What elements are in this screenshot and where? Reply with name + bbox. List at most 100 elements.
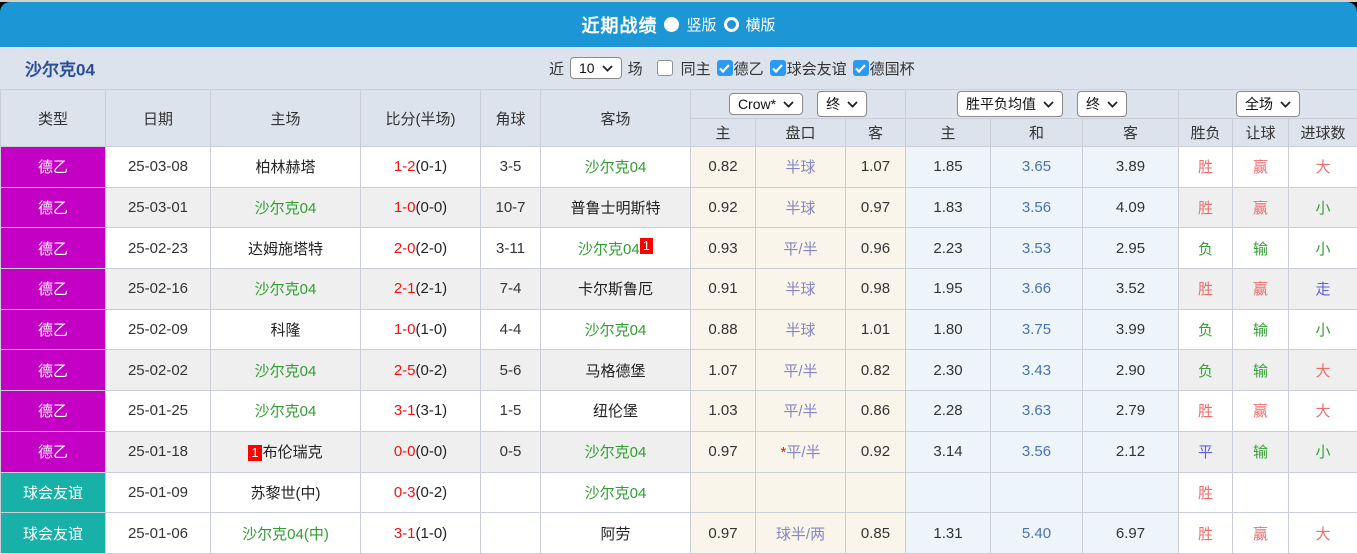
filter-bar: 沙尔克04 近 10 场 同主 德乙 球会友谊 德国杯 xyxy=(0,47,1357,89)
cell-handicap-home-odds: 1.07 xyxy=(690,349,756,392)
away-team-name[interactable]: 阿劳 xyxy=(600,526,630,543)
table-row: 德乙 25-01-18 1 布伦瑞克 0-0(0-0) 0-5 沙尔克04 0.97 *平/半 0… xyxy=(0,430,1357,473)
bookmaker-value: Crow* xyxy=(737,96,777,112)
home-team-name[interactable]: 苏黎世(中) xyxy=(251,485,321,502)
filter-checkbox-label-2[interactable]: 球会友谊 xyxy=(787,58,847,79)
table-row: 德乙 25-01-25 沙尔克04 3-1(3-1) 1-5 纽伦堡 1.03 平/半 0.86… xyxy=(0,390,1357,432)
cell-corners: 1-5 xyxy=(480,390,541,432)
bookmaker-select[interactable]: Crow* xyxy=(728,93,804,115)
home-team-name[interactable]: 沙尔克04 xyxy=(255,403,317,420)
full-time-score: 0-0 xyxy=(393,443,416,461)
cell-score: 1-0(0-0) xyxy=(360,186,481,229)
chevron-down-icon xyxy=(847,100,858,108)
cell-odds-draw: 3.56 xyxy=(990,430,1083,473)
cell-home-team: 沙尔克04(中) xyxy=(210,512,361,554)
cell-handicap-line xyxy=(755,471,846,514)
cell-date: 25-02-02 xyxy=(105,349,211,392)
recent-count-select[interactable]: 10 xyxy=(570,57,622,79)
cell-odds-away: 2.79 xyxy=(1082,390,1179,432)
vertical-layout-label[interactable]: 竖版 xyxy=(686,14,716,35)
filter-checkbox-label-0[interactable]: 同主 xyxy=(681,58,711,79)
away-team-name[interactable]: 普鲁士明斯特 xyxy=(570,200,660,217)
home-team-name[interactable]: 沙尔克04(中) xyxy=(242,526,329,543)
horizontal-layout-label[interactable]: 横版 xyxy=(746,14,776,35)
away-team-name[interactable]: 沙尔克04 xyxy=(578,241,640,258)
away-team-name[interactable]: 沙尔克04 xyxy=(585,485,647,502)
cell-score: 2-1(2-1) xyxy=(360,268,481,310)
odds-draw-value: 5.40 xyxy=(1021,524,1052,542)
home-team-name[interactable]: 沙尔克04 xyxy=(255,281,317,298)
vertical-layout-radio[interactable] xyxy=(664,17,680,32)
full-time-score: 0-3 xyxy=(393,483,416,501)
odds-time-select[interactable]: 终 xyxy=(1077,91,1127,117)
cell-home-team: 沙尔克04 xyxy=(210,186,361,229)
cell-date: 25-01-06 xyxy=(105,512,211,554)
filter-checkbox-label-1[interactable]: 德乙 xyxy=(734,58,764,79)
filter-checkbox-2[interactable] xyxy=(769,60,786,76)
cell-result: 胜 xyxy=(1178,390,1233,432)
cell-home-team: 沙尔克04 xyxy=(210,268,361,310)
away-rank-badge: 1 xyxy=(639,237,653,254)
home-team-name[interactable]: 柏林赫塔 xyxy=(255,159,315,176)
table-row: 德乙 25-03-01 沙尔克04 1-0(0-0) 10-7 普鲁士明斯特 0.92 半球 0… xyxy=(0,186,1357,229)
home-team-name[interactable]: 沙尔克04 xyxy=(255,200,317,217)
subcol-odds-home: 主 xyxy=(905,118,991,147)
cell-handicap-away-odds xyxy=(845,471,906,514)
cell-odds-away: 2.12 xyxy=(1082,430,1179,473)
away-team-name[interactable]: 沙尔克04 xyxy=(585,322,647,339)
check-icon xyxy=(772,63,783,73)
filter-checkbox-3[interactable] xyxy=(852,60,869,76)
table-row: 德乙 25-02-23 达姆施塔特 2-0(2-0) 3-11 沙尔克04 1 0.93 平/半… xyxy=(0,227,1357,270)
cell-odds-home: 1.31 xyxy=(905,512,991,554)
cell-odds-home: 2.23 xyxy=(905,227,991,270)
away-team-name[interactable]: 沙尔克04 xyxy=(585,444,647,461)
table-header-row-groups: 类型 日期 主场 比分(半场) 角球 客场 Crow* 终 胜平负均值 终 全场 xyxy=(0,89,1357,147)
cell-handicap-result: 赢 xyxy=(1232,268,1289,310)
away-team-name[interactable]: 纽伦堡 xyxy=(593,403,638,420)
cell-odds-away: 6.97 xyxy=(1082,512,1179,554)
table-row: 德乙 25-02-16 沙尔克04 2-1(2-1) 7-4 卡尔斯鲁厄 0.91 半球 0.9… xyxy=(0,268,1357,310)
home-team-name[interactable]: 达姆施塔特 xyxy=(248,241,323,258)
half-time-score: (0-1) xyxy=(415,158,448,176)
cell-odds-draw: 3.75 xyxy=(990,308,1083,351)
scope-select[interactable]: 全场 xyxy=(1236,91,1301,117)
subcol-handicap-home: 主 xyxy=(690,118,756,147)
filter-checkbox-1[interactable] xyxy=(716,60,733,76)
home-team-name[interactable]: 沙尔克04 xyxy=(255,363,317,380)
cell-away-team: 阿劳 xyxy=(540,512,691,554)
cell-corners xyxy=(480,471,541,514)
cell-away-team: 沙尔克04 xyxy=(540,146,691,188)
cell-match-type: 球会友谊 xyxy=(0,512,106,554)
odds-type-select[interactable]: 胜平负均值 xyxy=(957,91,1063,117)
cell-corners: 0-5 xyxy=(480,430,541,473)
away-team-name[interactable]: 卡尔斯鲁厄 xyxy=(578,281,653,298)
check-icon xyxy=(855,63,866,73)
cell-away-team: 普鲁士明斯特 xyxy=(540,186,691,229)
cell-handicap-line: 平/半 xyxy=(755,227,846,270)
cell-match-type: 德乙 xyxy=(0,146,106,188)
away-team-name[interactable]: 沙尔克04 xyxy=(585,159,647,176)
cell-match-type: 德乙 xyxy=(0,186,106,229)
filter-checkbox-label-3[interactable]: 德国杯 xyxy=(870,58,915,79)
cell-score: 0-3(0-2) xyxy=(360,471,481,514)
cell-date: 25-03-08 xyxy=(105,146,211,188)
half-time-score: (2-1) xyxy=(415,280,448,298)
cell-result: 胜 xyxy=(1178,268,1233,310)
home-team-name[interactable]: 科隆 xyxy=(270,322,300,339)
handicap-time-select[interactable]: 终 xyxy=(817,91,868,117)
chevron-down-icon xyxy=(1043,100,1054,108)
cell-odds-draw: 3.43 xyxy=(990,349,1083,392)
odds-draw-value: 3.56 xyxy=(1021,443,1052,461)
odds-type-value: 胜平负均值 xyxy=(966,96,1036,112)
full-time-score: 1-0 xyxy=(393,321,416,339)
cell-handicap-result: 输 xyxy=(1232,227,1289,270)
cell-handicap-home-odds: 0.97 xyxy=(690,430,756,473)
away-team-name[interactable]: 马格德堡 xyxy=(585,363,645,380)
handicap-group-header: Crow* 终 xyxy=(690,89,906,119)
cell-date: 25-03-01 xyxy=(105,186,211,229)
odds-group-header: 胜平负均值 终 xyxy=(905,89,1179,119)
cell-goals: 小 xyxy=(1287,186,1357,229)
home-team-name[interactable]: 布伦瑞克 xyxy=(263,444,323,461)
filter-checkbox-0[interactable] xyxy=(656,60,673,76)
horizontal-layout-radio[interactable] xyxy=(723,17,739,32)
